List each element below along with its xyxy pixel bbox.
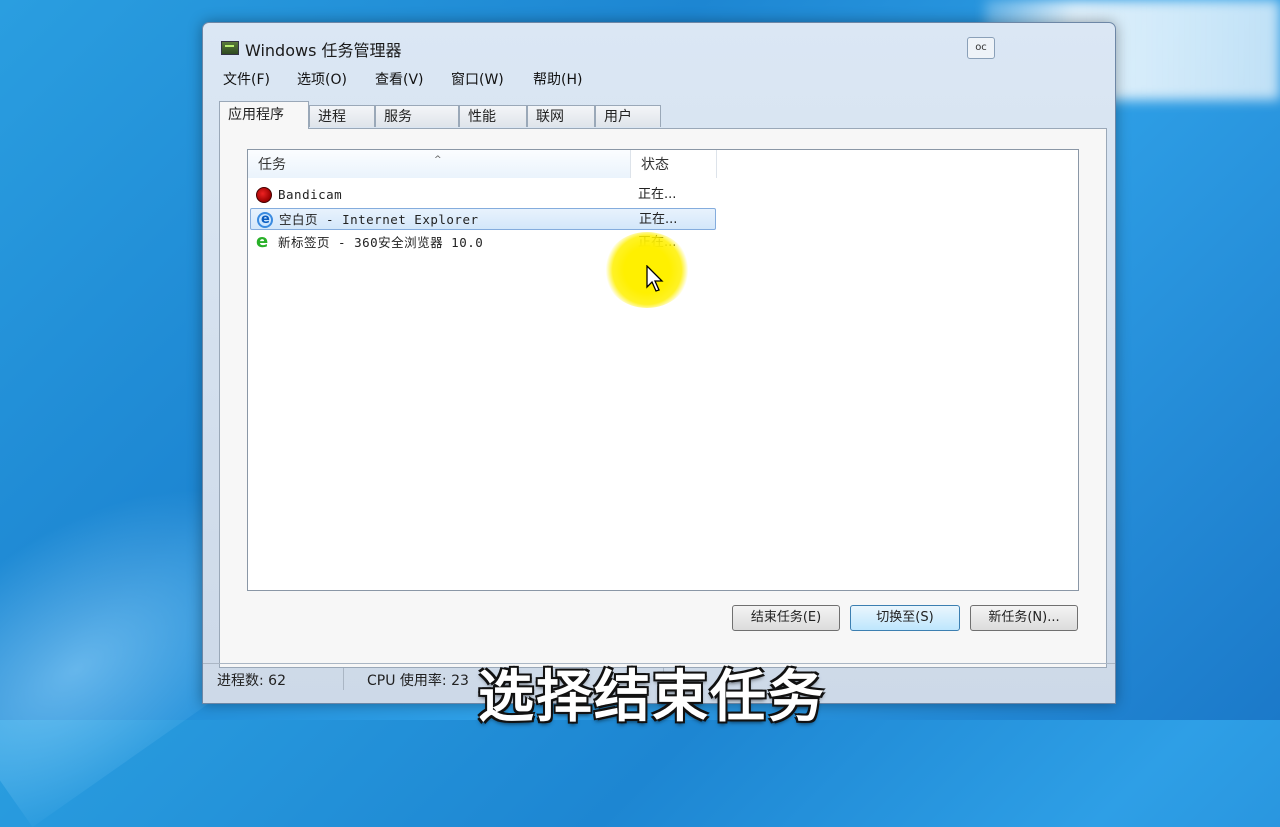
column-header-task-label: 任务 — [258, 157, 286, 173]
window-title: Windows 任务管理器 — [245, 41, 402, 60]
menu-file[interactable]: 文件(F) — [223, 69, 270, 89]
tab-users[interactable]: 用户 — [595, 105, 661, 127]
column-header-task[interactable]: 任务 ^ — [248, 150, 631, 178]
task-name: Bandicam — [278, 187, 343, 202]
tab-applications[interactable]: 应用程序 — [219, 101, 309, 129]
menu-help[interactable]: 帮助(H) — [533, 69, 582, 89]
task-row-selected[interactable]: 空白页 - Internet Explorer 正在... — [250, 208, 716, 231]
cpu-usage: CPU 使用率: 23 — [367, 673, 469, 689]
window-control-button[interactable]: oc — [967, 37, 995, 59]
applications-panel: 任务 ^ 状态 Bandicam 正在... 空白页 - Internet Ex… — [219, 128, 1107, 668]
tab-services[interactable]: 服务 — [375, 105, 459, 127]
record-icon — [256, 187, 272, 203]
end-task-button[interactable]: 结束任务(E) — [732, 605, 840, 631]
task-manager-icon — [221, 41, 239, 55]
task-list[interactable]: 任务 ^ 状态 Bandicam 正在... 空白页 - Internet Ex… — [247, 149, 1079, 591]
tab-performance[interactable]: 性能 — [459, 105, 527, 127]
new-task-button[interactable]: 新任务(N)... — [970, 605, 1078, 631]
status-divider — [343, 668, 344, 690]
video-caption: 选择结束任务 — [478, 665, 826, 730]
menu-window[interactable]: 窗口(W) — [451, 69, 504, 89]
task-row[interactable]: Bandicam 正在... — [250, 184, 716, 206]
title-bar[interactable]: Windows 任务管理器 oc — [203, 23, 1115, 67]
ie-icon — [257, 209, 273, 231]
browser-360-icon: e — [256, 231, 269, 252]
task-status: 正在... — [639, 212, 678, 227]
menu-options[interactable]: 选项(O) — [297, 69, 347, 89]
task-name: 新标签页 - 360安全浏览器 10.0 — [278, 235, 484, 250]
tab-processes[interactable]: 进程 — [309, 105, 375, 127]
process-count: 进程数: 62 — [217, 673, 286, 689]
list-header: 任务 ^ 状态 — [248, 150, 1078, 178]
task-name: 空白页 - Internet Explorer — [279, 212, 479, 227]
switch-to-button[interactable]: 切换至(S) — [850, 605, 960, 631]
task-status: 正在... — [638, 187, 677, 202]
task-manager-window: Windows 任务管理器 oc 文件(F) 选项(O) 查看(V) 窗口(W)… — [202, 22, 1116, 704]
menu-view[interactable]: 查看(V) — [375, 69, 424, 89]
tab-networking[interactable]: 联网 — [527, 105, 595, 127]
mouse-cursor-icon — [646, 265, 664, 292]
sort-arrow-icon: ^ — [434, 155, 442, 165]
column-header-status[interactable]: 状态 — [631, 150, 717, 178]
